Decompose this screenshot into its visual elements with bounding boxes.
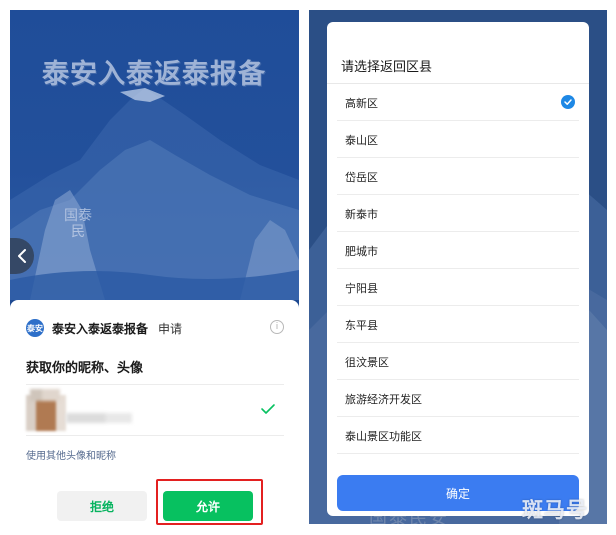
district-item-dongping[interactable]: 东平县 — [327, 306, 589, 343]
district-label: 泰山景区功能区 — [345, 430, 422, 443]
district-picker-dialog: 请选择返回区县 高新区 泰山区 岱岳区 新泰市 肥城市 宁阳县 东平县 徂汶景区… — [327, 22, 589, 516]
district-label: 宁阳县 — [345, 282, 378, 295]
use-other-profile-link[interactable]: 使用其他头像和昵称 — [26, 447, 116, 462]
chevron-left-icon — [18, 249, 26, 263]
district-item-ningyang[interactable]: 宁阳县 — [327, 269, 589, 306]
avatar-blur-top — [30, 389, 60, 401]
info-icon[interactable]: i — [270, 320, 284, 334]
divider — [26, 435, 284, 436]
app-info-row: 泰安 泰安入泰返泰报备 申请 i — [26, 318, 284, 338]
district-label: 东平县 — [345, 319, 378, 332]
district-label: 泰山区 — [345, 134, 378, 147]
banner-image: 泰安入泰返泰报备 国泰民 — [10, 10, 299, 300]
refuse-button[interactable]: 拒绝 — [57, 491, 147, 521]
district-item-taishan-scenic[interactable]: 泰山景区功能区 — [327, 417, 589, 454]
district-item-tourism-zone[interactable]: 旅游经济开发区 — [327, 380, 589, 417]
district-item-taishan[interactable]: 泰山区 — [327, 121, 589, 158]
permission-title: 获取你的昵称、头像 — [26, 361, 144, 376]
district-label: 高新区 — [345, 97, 378, 110]
dialog-title: 请选择返回区县 — [341, 60, 433, 75]
banner-title: 泰安入泰返泰报备 — [42, 59, 266, 90]
authorization-sheet: 泰安 泰安入泰返泰报备 申请 i 获取你的昵称、头像 使用其他头像和昵称 拒绝 … — [10, 300, 299, 527]
district-label: 徂汶景区 — [345, 356, 389, 369]
app-logo: 泰安 — [26, 319, 44, 337]
district-label: 旅游经济开发区 — [345, 393, 422, 406]
selected-check-icon — [561, 95, 575, 109]
profile-option-row[interactable] — [26, 385, 284, 435]
check-icon — [261, 404, 275, 414]
right-phone-screen: 国泰民安 请选择返回区县 高新区 泰山区 岱岳区 新泰市 肥城市 宁阳县 东平县… — [309, 10, 607, 524]
district-item-culai-wenhe[interactable]: 徂汶景区 — [327, 343, 589, 380]
app-apply-text: 申请 — [158, 321, 183, 336]
app-name: 泰安入泰返泰报备 — [52, 321, 149, 336]
nickname-blurred — [66, 413, 132, 423]
left-phone-screen: 泰安入泰返泰报备 国泰民 泰安 泰安入泰返泰报备 申请 i 获取你的昵称、头像 … — [10, 10, 299, 527]
district-item-daiyue[interactable]: 岱岳区 — [327, 158, 589, 195]
mountain-illustration — [10, 88, 299, 300]
district-item-xintai[interactable]: 新泰市 — [327, 195, 589, 232]
district-label: 肥城市 — [345, 245, 378, 258]
divider — [337, 453, 579, 454]
banner-stamp-text: 国泰民 — [64, 208, 92, 240]
district-item-feicheng[interactable]: 肥城市 — [327, 232, 589, 269]
district-item-gaoxin[interactable]: 高新区 — [327, 84, 589, 121]
district-label: 岱岳区 — [345, 171, 378, 184]
district-list: 高新区 泰山区 岱岳区 新泰市 肥城市 宁阳县 东平县 徂汶景区 旅游经济开发区… — [327, 84, 589, 454]
district-label: 新泰市 — [345, 208, 378, 221]
watermark: 斑马号 — [522, 498, 588, 522]
allow-button[interactable]: 允许 — [163, 491, 253, 521]
